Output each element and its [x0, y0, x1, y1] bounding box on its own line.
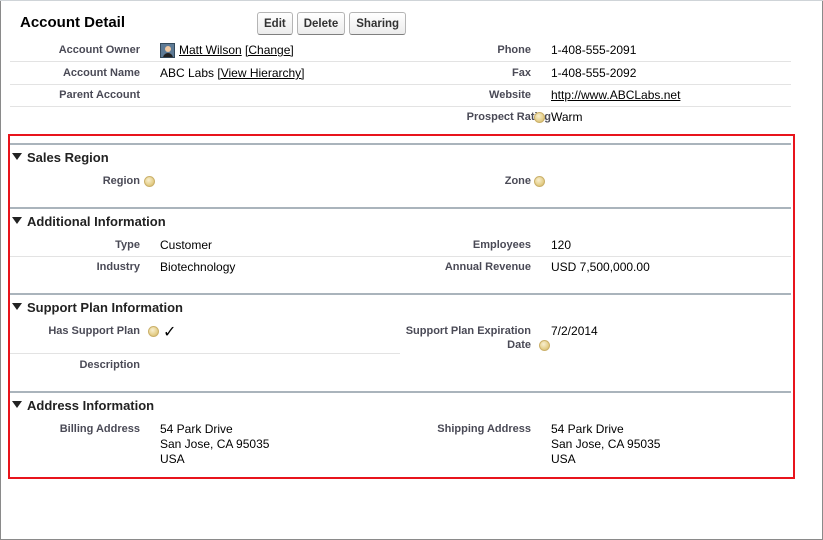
- account-name-value: ABC Labs [View Hierarchy]: [160, 66, 305, 80]
- shipping-address-line1: 54 Park Drive: [551, 422, 624, 436]
- help-info-icon[interactable]: [534, 176, 545, 187]
- shipping-address-line2: San Jose, CA 95035: [551, 437, 661, 451]
- owner-name-link[interactable]: Matt Wilson: [179, 43, 242, 57]
- section-divider: [10, 207, 791, 209]
- checkmark-icon: ✓: [163, 324, 177, 341]
- row-divider: [10, 353, 400, 354]
- fax-value: 1-408-555-2092: [551, 66, 637, 80]
- support-expiration-value: 7/2/2014: [551, 324, 598, 338]
- billing-address-label: Billing Address: [59, 423, 140, 435]
- support-expiration-label-line1: Support Plan Expiration: [405, 325, 531, 337]
- region-label: Region: [102, 175, 140, 187]
- detail-toolbar: Edit Delete Sharing: [257, 12, 407, 35]
- account-owner-label: Account Owner: [58, 44, 140, 56]
- employees-label: Employees: [472, 239, 531, 251]
- section-divider: [10, 293, 791, 295]
- support-expiration-label-line2: Date: [507, 339, 531, 351]
- account-name-text: ABC Labs: [160, 66, 215, 80]
- shipping-address-label: Shipping Address: [437, 423, 531, 435]
- row-divider: [400, 61, 791, 62]
- shipping-address-line3: USA: [551, 452, 576, 466]
- delete-button[interactable]: Delete: [296, 12, 346, 35]
- row-divider: [400, 256, 791, 257]
- section-title: Additional Information: [27, 214, 166, 229]
- billing-address-line1: 54 Park Drive: [160, 422, 233, 436]
- help-info-icon[interactable]: [148, 326, 159, 337]
- collapse-triangle-icon[interactable]: [12, 153, 22, 160]
- parent-account-label: Parent Account: [59, 89, 140, 101]
- prospect-rating-value: Warm: [551, 110, 583, 124]
- section-header-support-plan[interactable]: Support Plan Information: [12, 300, 183, 315]
- section-title: Sales Region: [27, 150, 109, 165]
- industry-value: Biotechnology: [160, 260, 236, 274]
- section-header-address-information[interactable]: Address Information: [12, 398, 154, 413]
- edit-button[interactable]: Edit: [257, 12, 293, 35]
- page-title: Account Detail: [20, 14, 126, 31]
- row-divider: [400, 106, 791, 107]
- account-owner-value: Matt Wilson [Change]: [179, 43, 294, 57]
- billing-address-line3: USA: [160, 452, 185, 466]
- collapse-triangle-icon[interactable]: [12, 303, 22, 310]
- row-divider: [10, 256, 400, 257]
- account-name-label: Account Name: [62, 67, 140, 79]
- phone-value: 1-408-555-2091: [551, 43, 637, 57]
- annual-revenue-value: USD 7,500,000.00: [551, 260, 650, 274]
- sharing-button[interactable]: Sharing: [349, 12, 407, 35]
- help-info-icon[interactable]: [534, 112, 545, 123]
- collapse-triangle-icon[interactable]: [12, 401, 22, 408]
- row-divider: [10, 61, 400, 62]
- section-title: Support Plan Information: [27, 300, 183, 315]
- help-info-icon[interactable]: [144, 176, 155, 187]
- type-value: Customer: [160, 238, 213, 252]
- section-title: Address Information: [27, 398, 155, 413]
- help-info-icon[interactable]: [539, 340, 550, 351]
- description-label: Description: [79, 359, 140, 371]
- section-divider: [10, 143, 791, 145]
- top-divider: [0, 0, 823, 1]
- zone-label: Zone: [504, 175, 531, 187]
- annual-revenue-label: Annual Revenue: [444, 261, 531, 273]
- row-divider: [10, 106, 400, 107]
- industry-label: Industry: [96, 261, 140, 273]
- fax-label: Fax: [512, 67, 531, 79]
- collapse-triangle-icon[interactable]: [12, 217, 22, 224]
- website-link[interactable]: http://www.ABCLabs.net: [551, 88, 680, 102]
- type-label: Type: [115, 239, 140, 251]
- view-hierarchy-link[interactable]: [View Hierarchy]: [217, 66, 304, 80]
- has-support-plan-label: Has Support Plan: [48, 325, 140, 337]
- employees-value: 120: [551, 238, 572, 252]
- owner-avatar-icon: [160, 43, 175, 58]
- row-divider: [400, 84, 791, 85]
- owner-change-link[interactable]: [Change]: [245, 43, 294, 57]
- billing-address-line2: San Jose, CA 95035: [160, 437, 270, 451]
- website-label: Website: [489, 89, 531, 101]
- phone-label: Phone: [497, 44, 531, 56]
- row-divider: [10, 84, 400, 85]
- section-header-sales-region[interactable]: Sales Region: [12, 150, 109, 165]
- section-header-additional-information[interactable]: Additional Information: [12, 214, 166, 229]
- section-divider: [10, 391, 791, 393]
